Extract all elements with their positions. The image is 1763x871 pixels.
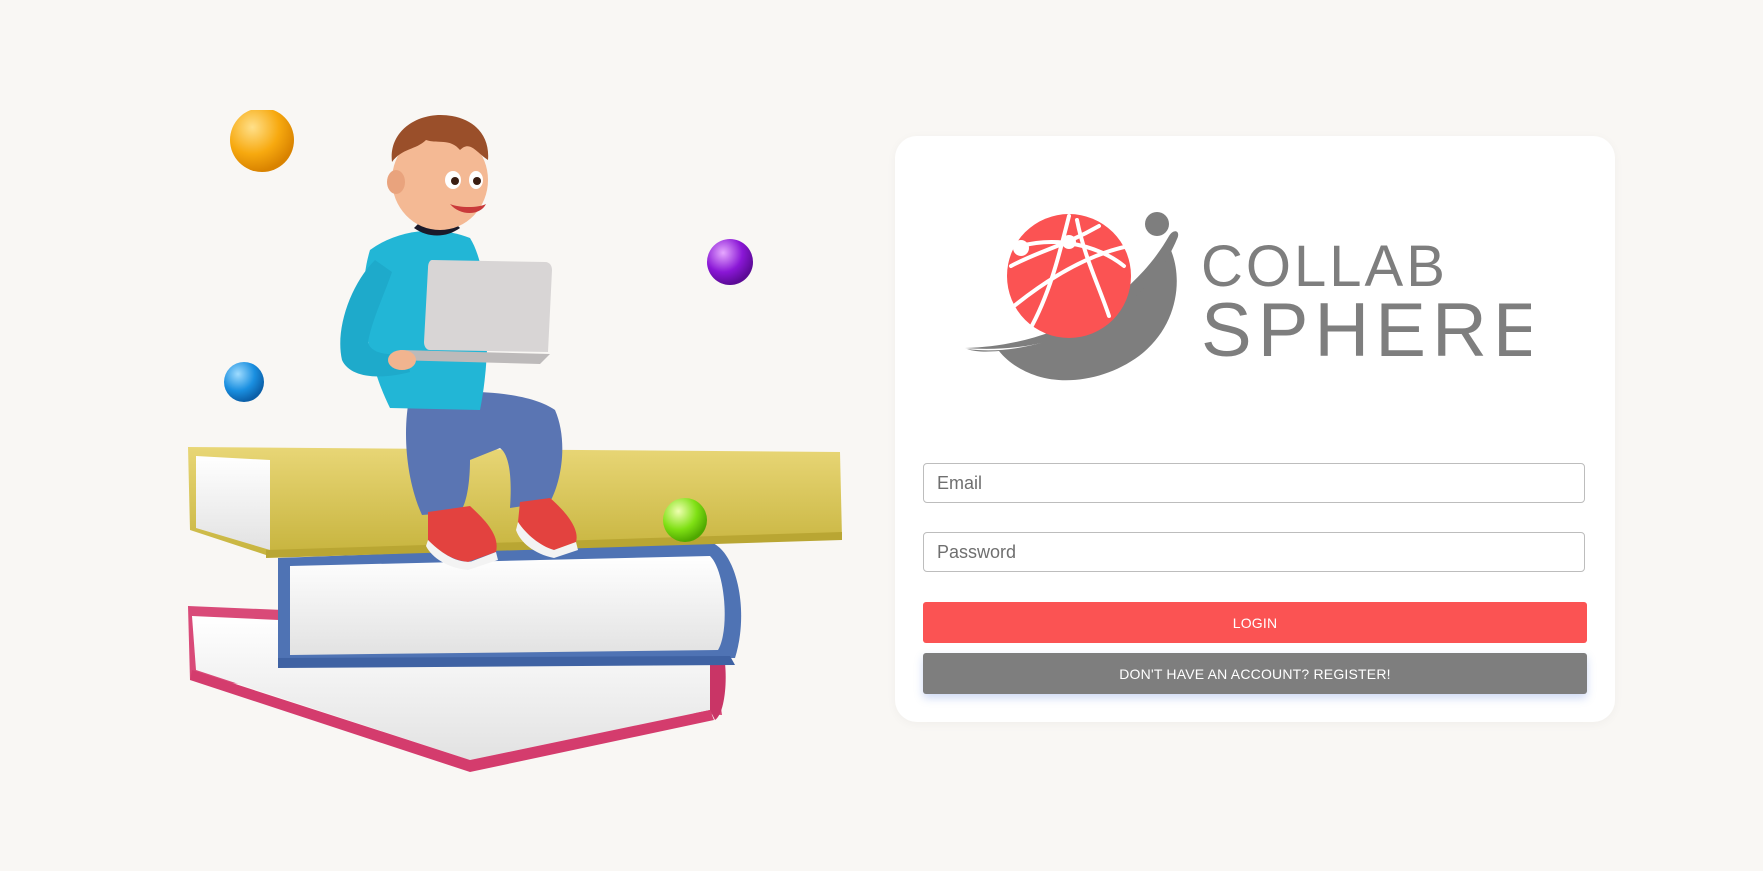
email-input[interactable] [923,463,1585,503]
login-card: COLLAB SPHERE LOGIN DON'T HAVE AN ACCOUN… [895,136,1615,722]
register-button[interactable]: DON'T HAVE AN ACCOUNT? REGISTER! [923,653,1587,694]
blue-book [278,542,742,668]
globe-logo-icon: COLLAB SPHERE [965,212,1531,381]
student-reading-illustration [188,110,842,772]
purple-sphere [707,239,753,285]
green-sphere [663,498,707,542]
login-button[interactable]: LOGIN [923,602,1587,643]
brand-name-line2: SPHERE [1201,288,1531,373]
password-input[interactable] [923,532,1585,572]
blue-sphere [224,362,264,402]
orange-sphere [230,110,294,172]
collabsphere-logo: COLLAB SPHERE [959,206,1531,406]
hero-illustration [170,110,860,790]
